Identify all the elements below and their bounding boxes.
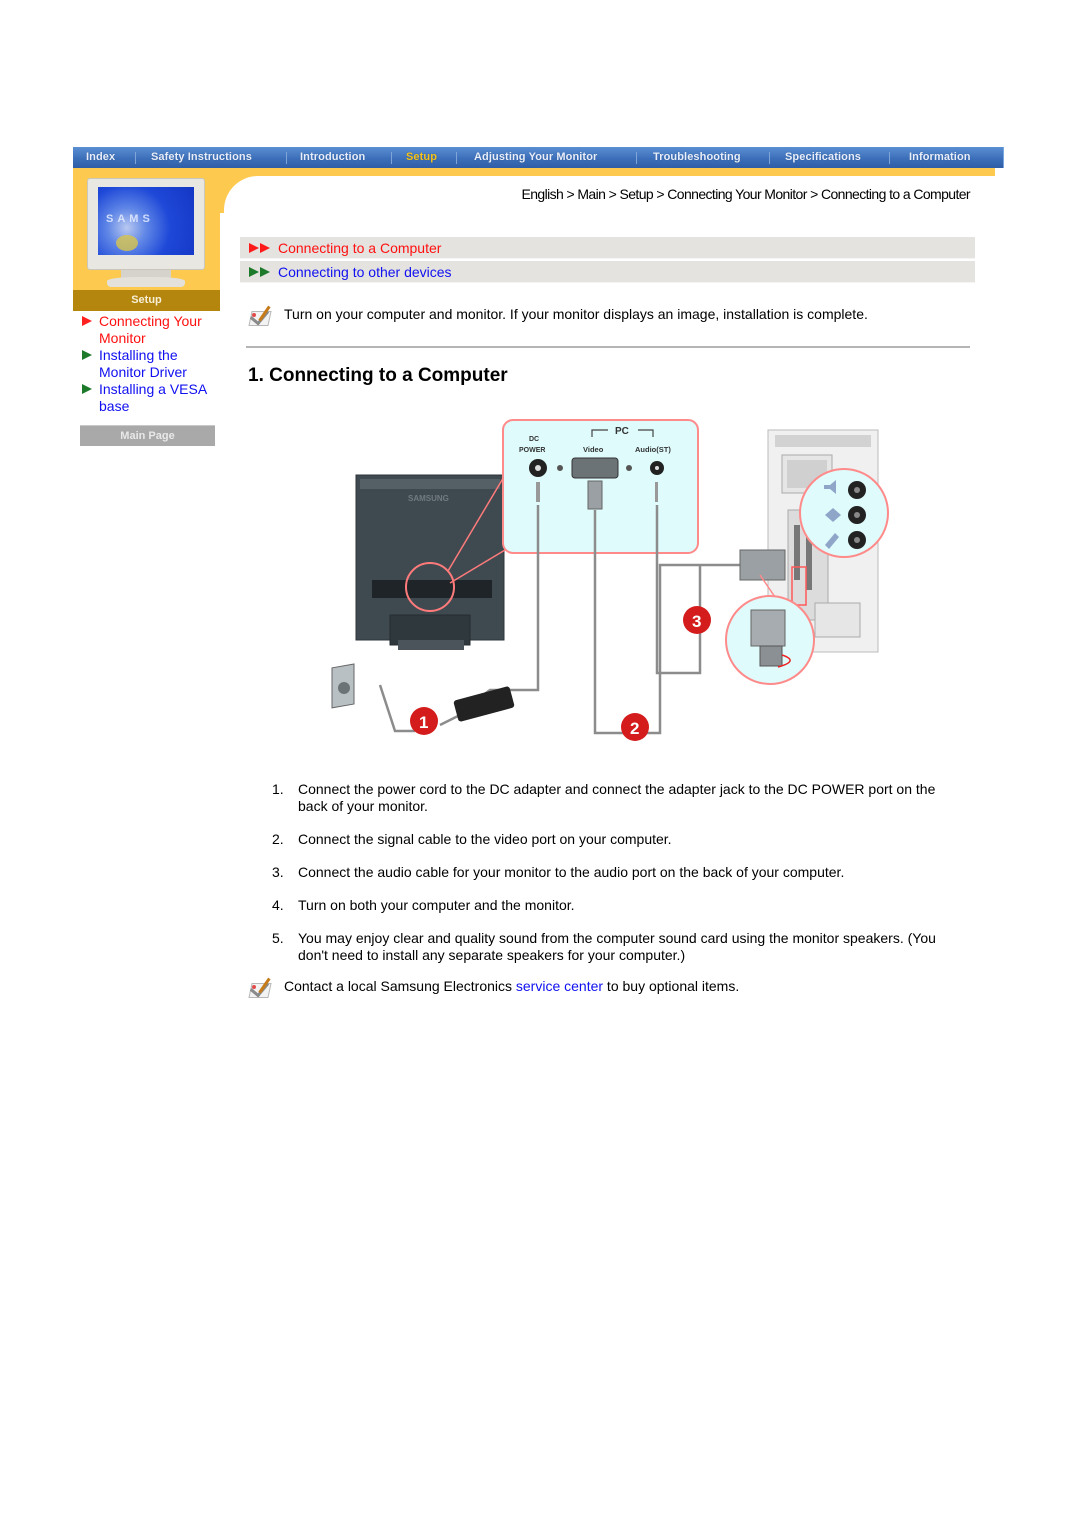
note-text-after: to buy optional items.: [603, 978, 740, 994]
tab-separator: [456, 152, 457, 164]
tab-separator: [889, 152, 890, 164]
tab-index[interactable]: Index: [86, 151, 115, 163]
note-checklist-icon: [248, 305, 274, 327]
tab-introduction[interactable]: Introduction: [300, 151, 365, 163]
screen-graphic: [116, 235, 138, 251]
dc-adapter-illustration: [453, 686, 515, 722]
tab-information[interactable]: Information: [909, 151, 971, 163]
port-callout: PC DC POWER Video Audio(ST): [502, 419, 699, 554]
breadcrumb: English > Main > Setup > Connecting Your…: [521, 186, 970, 202]
step-item: 5. You may enjoy clear and quality sound…: [268, 930, 968, 964]
step-text: Connect the power cord to the DC adapter…: [298, 781, 936, 814]
tab-separator: [135, 152, 136, 164]
breadcrumb-item-english[interactable]: English: [521, 186, 563, 202]
step-badge-3: 3: [683, 606, 711, 634]
sidebar-links: Connecting Your Monitor Installing the M…: [82, 313, 222, 415]
sidebar-item-installing-monitor-driver[interactable]: Installing the Monitor Driver: [82, 347, 222, 380]
tab-troubleshooting[interactable]: Troubleshooting: [653, 151, 741, 163]
monitor-base: [107, 277, 185, 287]
main-page-button[interactable]: Main Page: [80, 425, 215, 446]
step-number: 5.: [272, 930, 284, 946]
sidebar-item-label: Installing a VESA base: [99, 381, 207, 414]
breadcrumb-separator: >: [656, 186, 664, 202]
audio-jack-callout: [799, 468, 889, 558]
badge-number: 3: [692, 612, 701, 631]
tab-specifications[interactable]: Specifications: [785, 151, 861, 163]
breadcrumb-item-connecting-your-monitor[interactable]: Connecting Your Monitor: [667, 186, 807, 202]
pc-label: PC: [615, 426, 629, 437]
instruction-steps: 1. Connect the power cord to the DC adap…: [268, 781, 968, 980]
port-audio-label: Audio(ST): [635, 445, 671, 454]
tab-safety-instructions[interactable]: Safety Instructions: [151, 151, 252, 163]
port-dc-label-line1: DC: [529, 436, 539, 443]
note-text: Turn on your computer and monitor. If yo…: [284, 306, 868, 322]
monitor-brand-label: SAMSUNG: [408, 494, 449, 503]
subnav-item-label: Connecting to a Computer: [278, 239, 442, 256]
breadcrumb-separator: >: [566, 186, 575, 202]
note-installation-complete: Turn on your computer and monitor. If yo…: [248, 305, 868, 327]
step-item: 1. Connect the power cord to the DC adap…: [268, 781, 968, 815]
step-number: 2.: [272, 831, 284, 847]
port-video-label: Video: [583, 445, 604, 454]
triangle-right-icon: [82, 316, 92, 326]
sidebar-item-connecting-your-monitor[interactable]: Connecting Your Monitor: [82, 313, 222, 346]
monitor-screen-logo: SAMS: [106, 213, 154, 225]
section-title: 1. Connecting to a Computer: [248, 365, 508, 386]
breadcrumb-item-setup[interactable]: Setup: [620, 186, 654, 202]
sidebar-item-installing-vesa-base[interactable]: Installing a VESA base: [82, 381, 222, 414]
double-arrow-icon: [249, 242, 271, 253]
sidebar-item-label: Connecting Your Monitor: [99, 313, 202, 346]
step-text: Turn on both your computer and the monit…: [298, 897, 575, 913]
breadcrumb-item-main[interactable]: Main: [577, 186, 606, 202]
step-badge-1: 1: [410, 707, 438, 735]
step-text: Connect the audio cable for your monitor…: [298, 864, 845, 880]
sidebar-section-label: Setup: [73, 290, 220, 311]
monitor-bezel: SAMS: [87, 178, 205, 270]
step-badge-2: 2: [621, 713, 649, 741]
content-corner-curve: [220, 168, 284, 236]
divider: [246, 346, 970, 348]
tab-separator: [769, 152, 770, 164]
sidebar-item-label: Installing the Monitor Driver: [99, 347, 187, 380]
monitor-back-illustration: SAMSUNG: [355, 474, 506, 650]
step-number: 4.: [272, 897, 284, 913]
subsection-nav: Connecting to a Computer Connecting to o…: [240, 237, 975, 285]
step-item: 3. Connect the audio cable for your moni…: [268, 864, 968, 881]
step-text: Connect the signal cable to the video po…: [298, 831, 672, 847]
triangle-right-icon: [82, 350, 92, 360]
top-navigation-bar: Index Safety Instructions Introduction S…: [73, 147, 1004, 168]
tab-separator: [286, 152, 287, 164]
breadcrumb-separator: >: [608, 186, 617, 202]
service-center-link[interactable]: service center: [516, 978, 603, 994]
breadcrumb-item-current: Connecting to a Computer: [820, 186, 971, 202]
monitor-illustration: SAMS: [87, 178, 205, 288]
note-checklist-icon: [248, 977, 274, 999]
port-dc-label-line2: POWER: [519, 447, 545, 454]
step-number: 1.: [272, 781, 284, 797]
step-item: 4. Turn on both your computer and the mo…: [268, 897, 968, 914]
note-service-center: Contact a local Samsung Electronics serv…: [248, 977, 739, 999]
tab-separator: [391, 152, 392, 164]
note-text: Contact a local Samsung Electronics serv…: [284, 978, 739, 994]
badge-number: 2: [630, 719, 639, 738]
step-number: 3.: [272, 864, 284, 880]
tab-setup[interactable]: Setup: [406, 151, 437, 163]
double-arrow-icon: [249, 266, 271, 277]
monitor-screen: SAMS: [98, 187, 194, 255]
connection-diagram: SAMSUNG PC DC POWER Video Audio(ST) 1 2 …: [320, 415, 900, 750]
subnav-item-connecting-to-other-devices[interactable]: Connecting to other devices: [240, 261, 975, 283]
step-text: You may enjoy clear and quality sound fr…: [298, 930, 936, 963]
step-item: 2. Connect the signal cable to the video…: [268, 831, 968, 848]
subnav-item-connecting-to-computer[interactable]: Connecting to a Computer: [240, 237, 975, 259]
tab-adjusting-your-monitor[interactable]: Adjusting Your Monitor: [474, 151, 597, 163]
triangle-right-icon: [82, 384, 92, 394]
tab-separator: [636, 152, 637, 164]
badge-number: 1: [419, 713, 428, 732]
breadcrumb-separator: >: [810, 186, 818, 202]
subnav-item-label: Connecting to other devices: [278, 263, 452, 280]
wall-outlet-illustration: [331, 663, 355, 709]
note-text-before: Contact a local Samsung Electronics: [284, 978, 516, 994]
